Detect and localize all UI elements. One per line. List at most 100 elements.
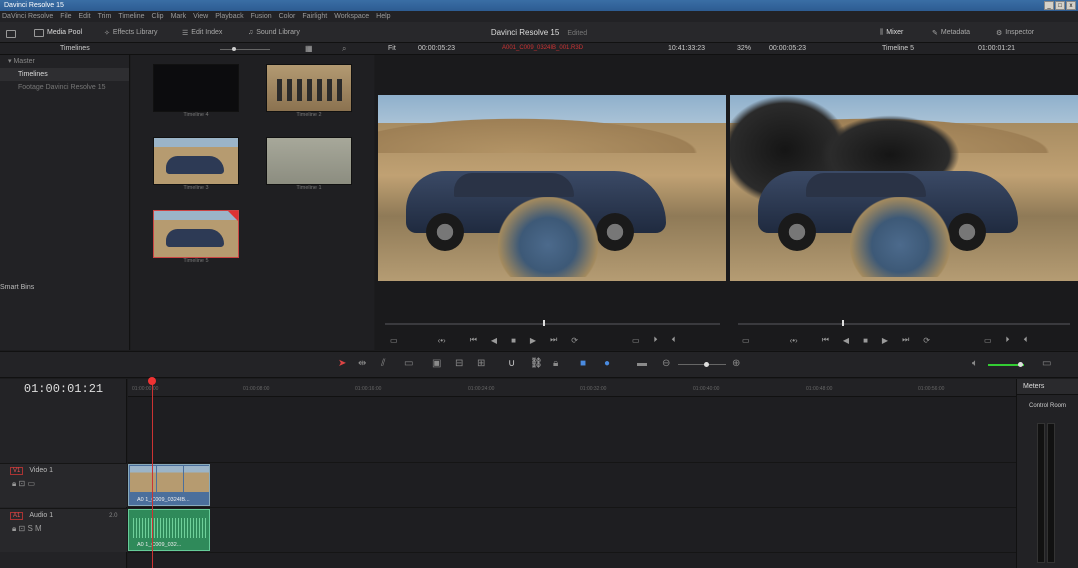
replace-clip-icon[interactable]: ⊟ xyxy=(455,358,463,369)
pool-item-timeline-1[interactable]: Timeline 1 xyxy=(266,137,352,191)
lock-icon[interactable]: 🔒︎ xyxy=(12,524,16,533)
menu-clip[interactable]: Clip xyxy=(152,13,164,20)
menu-trim[interactable]: Trim xyxy=(98,13,112,20)
menu-timeline[interactable]: Timeline xyxy=(118,13,144,20)
match-frame-icon[interactable]: ▭ xyxy=(984,336,992,345)
zoom-full-icon[interactable]: ▬ xyxy=(637,358,647,369)
skip-end-icon[interactable]: ⏭ xyxy=(550,335,557,345)
zoom-slider[interactable] xyxy=(678,364,726,365)
mark-out-icon[interactable]: ⏴ xyxy=(672,335,676,345)
zoom-fit-dropdown[interactable]: Fit xyxy=(388,45,396,52)
play-icon[interactable]: ▶ xyxy=(530,336,536,345)
source-scrubber[interactable] xyxy=(385,323,720,325)
viewer-options-icon[interactable]: ▭ xyxy=(742,336,750,345)
auto-select-icon[interactable]: ⊡ xyxy=(19,479,26,488)
loop-icon[interactable]: ⟳ xyxy=(571,336,578,345)
menu-playback[interactable]: Playback xyxy=(215,13,243,20)
timeline-scrubber[interactable] xyxy=(738,323,1070,325)
mark-out-icon[interactable]: ⏴ xyxy=(1024,335,1028,345)
step-back-icon[interactable]: ◀ xyxy=(843,336,849,345)
inspector-button[interactable]: ⚙ Inspector xyxy=(996,26,1034,39)
fullscreen-icon[interactable]: ▭ xyxy=(1042,358,1051,369)
track-id-badge[interactable]: A1 xyxy=(10,512,24,520)
source-clip-name[interactable]: A001_C009_0324IB_001.R3D xyxy=(502,45,583,51)
skip-end-icon[interactable]: ⏭ xyxy=(902,335,909,345)
jog-icon[interactable]: ‹•› xyxy=(790,336,798,345)
volume-handle[interactable] xyxy=(1018,362,1023,367)
lock-icon[interactable]: 🔒︎ xyxy=(553,358,558,369)
timeline-name-dropdown[interactable]: Timeline 5 xyxy=(882,45,914,52)
match-frame-icon[interactable]: ▭ xyxy=(632,336,640,345)
viewer-options-icon[interactable]: ▭ xyxy=(390,336,398,345)
timeline-zoom[interactable]: 32% xyxy=(737,45,751,52)
menu-fusion[interactable]: Fusion xyxy=(251,13,272,20)
audio-clip[interactable]: A0 1_C009_032... xyxy=(128,509,210,551)
maximize-button[interactable]: □ xyxy=(1055,1,1065,10)
mark-in-icon[interactable]: ⏵ xyxy=(654,335,658,345)
source-playhead[interactable] xyxy=(543,320,545,326)
zoom-out-icon[interactable]: ⊖ xyxy=(662,358,670,369)
place-on-top-icon[interactable]: ⊞ xyxy=(477,358,485,369)
menu-workspace[interactable]: Workspace xyxy=(334,13,369,20)
jog-icon[interactable]: ‹•› xyxy=(438,336,446,345)
timeline-playhead-marker[interactable] xyxy=(842,320,844,326)
monitor-icon[interactable]: ▭ xyxy=(27,479,35,488)
flag-icon[interactable]: ■ xyxy=(580,358,586,369)
menu-view[interactable]: View xyxy=(193,13,208,20)
menu-resolve[interactable]: DaVinci Resolve xyxy=(2,13,53,20)
master-bin[interactable]: ▾ Master xyxy=(0,55,129,68)
blade-tool-icon[interactable]: ⫽ xyxy=(381,358,385,369)
lock-icon[interactable]: 🔒︎ xyxy=(12,479,16,488)
close-button[interactable]: x xyxy=(1066,1,1076,10)
loop-icon[interactable]: ⟳ xyxy=(923,336,930,345)
pool-item-timeline-3[interactable]: Timeline 3 xyxy=(153,137,239,191)
stop-icon[interactable]: ■ xyxy=(863,336,868,345)
track-audio-1[interactable]: A1 Audio 1 2.0 🔒︎ ⊡ S M xyxy=(0,508,127,552)
search-icon[interactable]: ⌕ xyxy=(342,44,346,54)
menu-fairlight[interactable]: Fairlight xyxy=(302,13,327,20)
grid-view-icon[interactable]: ▦ xyxy=(305,44,313,53)
mixer-button[interactable]: ⫼ Mixer xyxy=(880,26,903,39)
timeline-viewer[interactable] xyxy=(730,95,1078,281)
zoom-in-icon[interactable]: ⊕ xyxy=(732,358,740,369)
pool-item-timeline-2[interactable]: Timeline 2 xyxy=(266,64,352,118)
snapping-icon[interactable]: ∪ xyxy=(508,358,515,369)
zoom-slider-handle[interactable] xyxy=(704,362,709,367)
video-clip[interactable]: A0 1_C009_0324IB... xyxy=(128,464,210,506)
pool-item-timeline-4[interactable]: Timeline 4 xyxy=(153,64,239,118)
play-icon[interactable]: ▶ xyxy=(882,336,888,345)
mark-in-icon[interactable]: ⏵ xyxy=(1006,335,1010,345)
insert-clip-icon[interactable]: ▭ xyxy=(404,358,413,369)
overwrite-clip-icon[interactable]: ▣ xyxy=(432,358,441,369)
track-video-1[interactable]: V1 Video 1 🔒︎ ⊡ ▭ xyxy=(0,463,127,507)
bin-item-footage[interactable]: Footage Davinci Resolve 15 xyxy=(0,81,129,94)
auto-select-icon[interactable]: ⊡ xyxy=(19,524,26,533)
link-icon[interactable]: ⛓ xyxy=(530,358,543,369)
skip-start-icon[interactable]: ⏮ xyxy=(470,335,477,345)
menu-file[interactable]: File xyxy=(60,13,71,20)
minimize-button[interactable]: _ xyxy=(1044,1,1054,10)
car-window xyxy=(454,173,574,197)
metadata-button[interactable]: ✎ Metadata xyxy=(932,26,970,39)
menu-color[interactable]: Color xyxy=(279,13,296,20)
volume-icon[interactable]: 🔈︎ xyxy=(972,358,978,369)
marker-icon[interactable]: ● xyxy=(604,358,610,369)
thumb-size-handle[interactable] xyxy=(232,47,236,51)
trim-tool-icon[interactable]: ⇹ xyxy=(358,358,366,369)
thumb-size-slider[interactable] xyxy=(220,49,270,50)
pool-item-timeline-5[interactable]: Timeline 5 xyxy=(153,210,239,264)
menu-mark[interactable]: Mark xyxy=(171,13,187,20)
source-viewer[interactable] xyxy=(378,95,726,281)
menu-edit[interactable]: Edit xyxy=(79,13,91,20)
selection-tool-icon[interactable]: ➤ xyxy=(338,358,346,369)
menu-help[interactable]: Help xyxy=(376,13,390,20)
solo-icon[interactable]: S xyxy=(27,524,32,533)
timeline-tracks-area[interactable] xyxy=(128,379,1016,568)
mute-icon[interactable]: M xyxy=(35,524,42,533)
track-id-badge[interactable]: V1 xyxy=(10,467,24,475)
bin-item-timelines[interactable]: Timelines xyxy=(0,68,129,81)
step-back-icon[interactable]: ◀ xyxy=(491,336,497,345)
stop-icon[interactable]: ■ xyxy=(511,336,516,345)
timeline-playhead[interactable] xyxy=(148,377,156,385)
skip-start-icon[interactable]: ⏮ xyxy=(822,335,829,345)
